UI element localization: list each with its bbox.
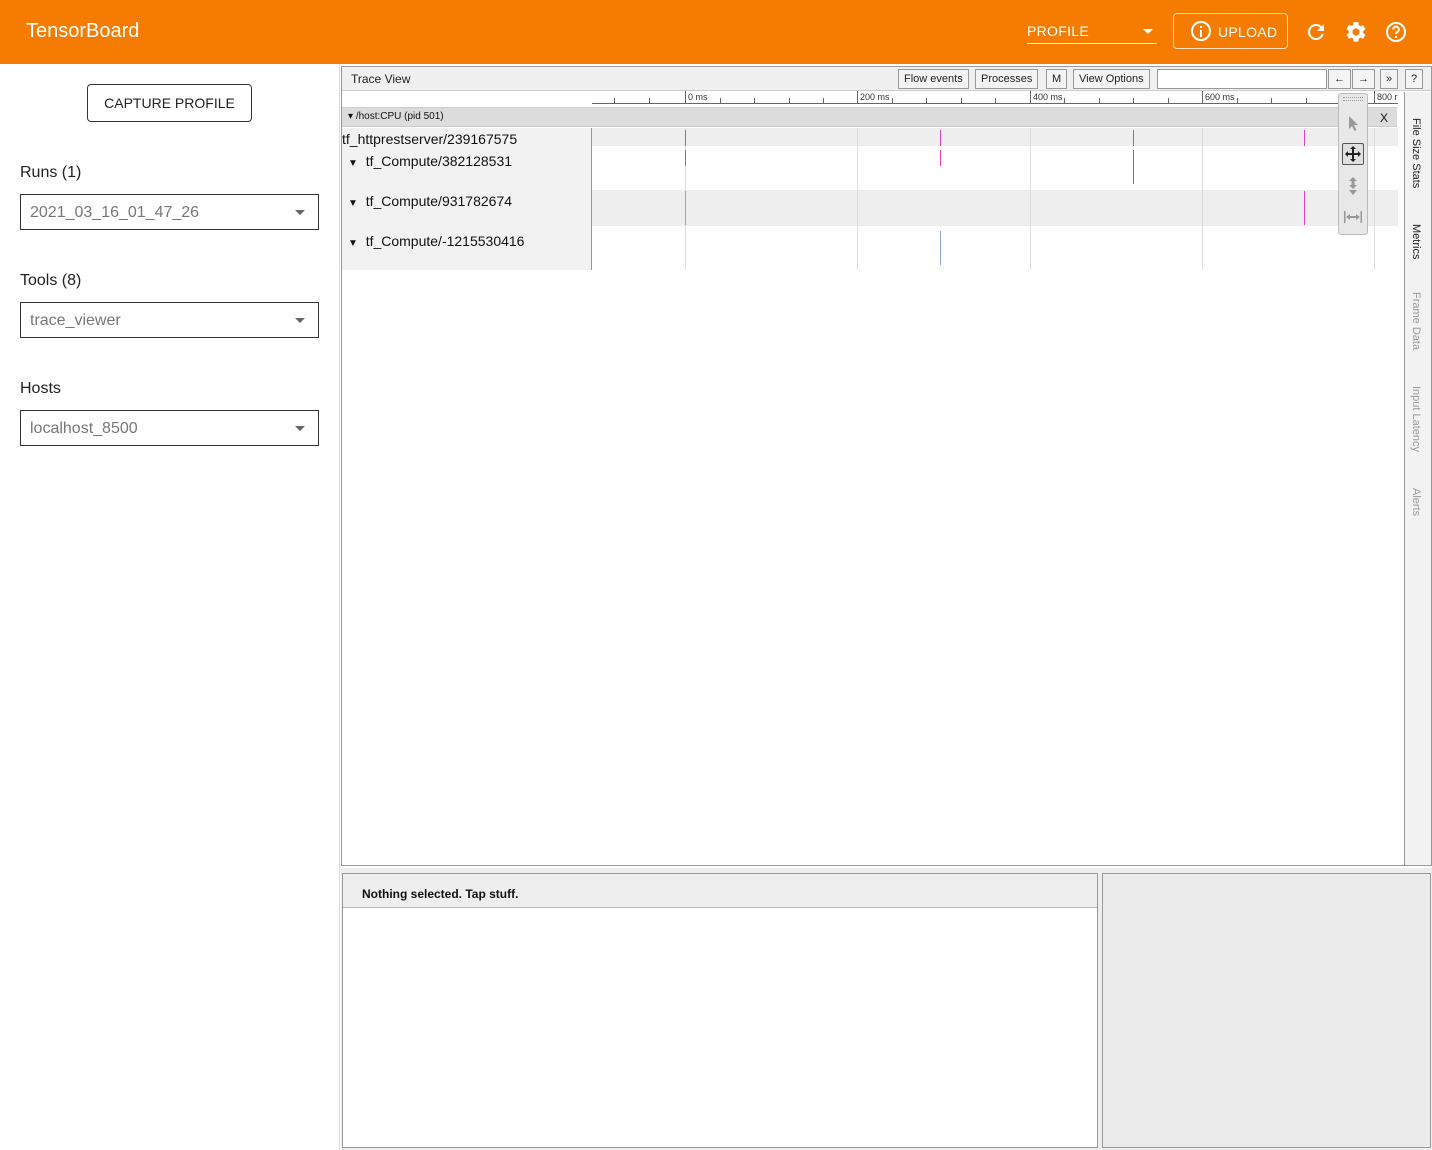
flow-events-button[interactable]: Flow events [898,69,969,89]
thread-label-column: tf_httprestserver/239167575 ▼ tf_Compute… [342,128,592,270]
trace-viewer: Trace View Flow events Processes M View … [341,66,1432,866]
ruler-label: 600 ms [1205,92,1235,102]
runs-label: Runs (1) [20,164,82,181]
tab-input-latency[interactable]: Input Latency [1410,386,1422,452]
side-panel-tabs: File Size Stats Metrics Frame Data Input… [1404,92,1431,865]
pan-mode-icon[interactable] [1342,143,1364,165]
capture-profile-button[interactable]: CAPTURE PROFILE [87,84,252,122]
trace-event[interactable] [685,191,686,225]
info-icon [1191,21,1211,41]
app-header: TensorBoard PROFILE UPLOAD [0,0,1432,64]
trace-event[interactable] [1304,130,1305,146]
chevron-down-icon [295,426,305,431]
hosts-label: Hosts [20,380,61,397]
upload-button[interactable]: UPLOAD [1173,13,1288,49]
refresh-icon[interactable] [1304,20,1328,44]
chevron-down-icon [295,210,305,215]
help-icon[interactable] [1384,20,1408,44]
trace-title: Trace View [351,72,411,86]
selection-message: Nothing selected. Tap stuff. [362,887,519,901]
drag-handle[interactable] [1343,97,1363,101]
mouse-mode-selector [1338,93,1368,235]
details-side-pane [1102,873,1431,1148]
thread-label[interactable]: ▼ tf_Compute/931782674 [348,193,512,209]
trace-event[interactable] [940,150,941,166]
plugin-select-value: PROFILE [1027,23,1090,39]
ruler-label: 200 ms [860,92,890,102]
zoom-mode-icon[interactable] [1342,175,1364,197]
tab-metrics[interactable]: Metrics [1410,224,1422,259]
process-header[interactable]: ▾ /host:CPU (pid 501) X [342,107,1397,127]
hosts-select[interactable]: localhost_8500 [20,410,319,446]
chevron-down-icon [1143,29,1153,34]
trace-event[interactable] [1133,150,1134,184]
select-mode-icon[interactable] [1342,112,1364,134]
app-title: TensorBoard [26,20,140,42]
settings-icon[interactable] [1344,20,1368,44]
tools-label: Tools (8) [20,272,82,289]
thread-label[interactable]: ▼ tf_Compute/382128531 [348,153,512,169]
track-band [592,128,1398,146]
sidebar: CAPTURE PROFILE Runs (1) 2021_03_16_01_4… [0,64,340,1150]
ruler-label: 400 ms [1033,92,1063,102]
timing-mode-icon[interactable] [1342,206,1364,228]
trace-event[interactable] [940,130,941,146]
view-options-button[interactable]: View Options [1073,69,1150,89]
selection-details: Nothing selected. Tap stuff. [342,873,1098,1148]
runs-select-value: 2021_03_16_01_47_26 [30,204,200,221]
process-label: ▾ /host:CPU (pid 501) [348,111,444,122]
tab-file-size-stats[interactable]: File Size Stats [1410,118,1422,188]
upload-label: UPLOAD [1218,24,1278,40]
trace-event[interactable] [685,150,686,166]
find-next-button[interactable]: → [1352,69,1375,89]
trace-event[interactable] [685,130,686,146]
metadata-button[interactable]: M [1046,69,1068,89]
expand-toggle-icon: ▼ [348,198,358,209]
chevron-down-icon [295,318,305,323]
track-band [592,190,1398,226]
trace-help-button[interactable]: ? [1405,69,1424,89]
expand-toggle-icon: ▼ [348,158,358,169]
processes-button[interactable]: Processes [975,69,1039,89]
analysis-panel: Nothing selected. Tap stuff. [341,868,1432,1150]
selection-header: Nothing selected. Tap stuff. [343,874,1097,908]
runs-select[interactable]: 2021_03_16_01_47_26 [20,194,319,230]
thread-label[interactable]: ▼ tf_Compute/-1215530416 [348,233,524,249]
trace-event[interactable] [1133,130,1134,146]
expand-toggle-icon: ▼ [348,238,358,249]
trace-search-input[interactable] [1157,69,1327,89]
time-ruler: 0 ms 200 ms 400 ms 600 ms 800 r [592,91,1398,104]
trace-event[interactable] [1304,191,1305,225]
ruler-label: 800 r [1377,92,1398,102]
ruler-label: 0 ms [688,92,708,102]
thread-label[interactable]: tf_httprestserver/239167575 [342,131,517,147]
close-process-button[interactable]: X [1380,111,1388,125]
tab-alerts[interactable]: Alerts [1410,488,1422,516]
tab-frame-data[interactable]: Frame Data [1410,292,1422,350]
hosts-select-value: localhost_8500 [30,420,138,437]
tools-select-value: trace_viewer [30,312,121,329]
plugin-select[interactable]: PROFILE [1027,22,1157,44]
find-previous-button[interactable]: ← [1328,69,1351,89]
trace-toolbar: Trace View Flow events Processes M View … [342,67,1431,91]
trace-event[interactable] [940,231,941,265]
tools-select[interactable]: trace_viewer [20,302,319,338]
expand-button[interactable]: » [1380,69,1399,89]
